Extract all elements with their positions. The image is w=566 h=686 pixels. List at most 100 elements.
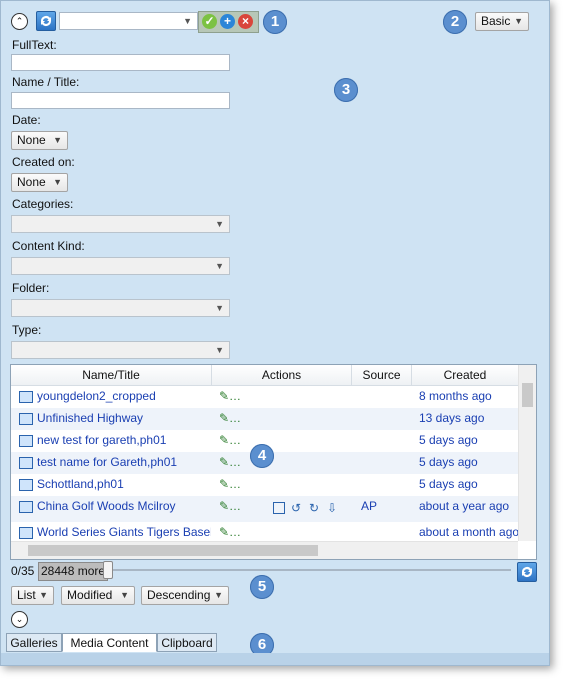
callout-badge-1: 1 <box>263 10 287 34</box>
check-icon[interactable]: ✓ <box>202 14 217 29</box>
date-label: Date: <box>12 113 41 127</box>
column-header-created[interactable]: Created <box>412 365 518 386</box>
row-name[interactable]: World Series Giants Tigers Baseball <box>37 525 211 539</box>
edit-actions-icon[interactable]: ✎… <box>219 477 241 491</box>
crop-icon[interactable] <box>273 502 285 514</box>
horizontal-scrollbar[interactable] <box>11 541 518 559</box>
results-grid: Name/Title Actions Source Created youngd… <box>10 364 537 560</box>
content-kind-label: Content Kind: <box>12 239 85 253</box>
media-search-panel: ⌃ ▼ ✓ + × 1 2 Basic ▼ 3 FullText: Name /… <box>0 0 550 666</box>
column-header-actions[interactable]: Actions <box>212 365 352 386</box>
saved-search-combo[interactable]: ▼ <box>59 12 198 30</box>
chevron-down-icon: ▼ <box>514 16 523 26</box>
sort-field-select[interactable]: Modified ▼ <box>61 586 135 605</box>
callout-badge-2: 2 <box>443 10 467 34</box>
edit-actions-icon[interactable]: ✎… <box>219 411 241 425</box>
name-title-input[interactable] <box>11 92 230 109</box>
column-header-name[interactable]: Name/Title <box>11 365 212 386</box>
load-more-button[interactable]: 28448 more <box>38 562 109 581</box>
edit-actions-icon[interactable]: ✎… <box>219 499 241 513</box>
row-name[interactable]: Schottland,ph01 <box>37 477 211 491</box>
plus-icon[interactable]: + <box>220 14 235 29</box>
chevron-up-icon[interactable]: ⌃ <box>11 13 28 30</box>
type-select[interactable]: ▼ <box>11 341 230 359</box>
table-row[interactable]: Unfinished Highway ✎… 13 days ago <box>11 408 518 430</box>
paging-slider-track[interactable] <box>105 569 511 571</box>
image-icon <box>19 435 33 447</box>
image-icon <box>19 501 33 513</box>
image-icon <box>19 457 33 469</box>
column-header-source[interactable]: Source <box>352 365 412 386</box>
row-created: about a year ago <box>419 499 510 513</box>
row-created: 8 months ago <box>419 389 492 403</box>
table-row[interactable]: Schottland,ph01 ✎… 5 days ago <box>11 474 518 496</box>
row-created: 5 days ago <box>419 433 478 447</box>
edit-actions-icon[interactable]: ✎… <box>219 525 241 539</box>
chevron-down-icon: ▼ <box>215 261 224 271</box>
row-name[interactable]: Unfinished Highway <box>37 411 211 425</box>
type-label: Type: <box>12 323 42 337</box>
refresh-results-icon[interactable] <box>517 562 537 582</box>
chevron-down-icon: ▼ <box>215 345 224 355</box>
callout-badge-5: 5 <box>250 575 274 599</box>
content-kind-select[interactable]: ▼ <box>11 257 230 275</box>
table-row[interactable]: China Golf Woods Mcilroy ✎… ↺ ↻ ⇩ AP abo… <box>11 496 518 522</box>
row-created: 5 days ago <box>419 455 478 469</box>
vertical-scrollbar[interactable] <box>518 365 536 541</box>
callout-badge-3: 3 <box>334 78 358 102</box>
paging-slider-thumb[interactable] <box>103 561 113 579</box>
chevron-down-icon: ▼ <box>39 590 48 600</box>
tab-clipboard[interactable]: Clipboard <box>157 633 217 652</box>
row-source: AP <box>361 499 378 513</box>
folder-select[interactable]: ▼ <box>11 299 230 317</box>
created-on-select[interactable]: None ▼ <box>11 173 68 192</box>
table-row[interactable]: youngdelon2_cropped ✎… 8 months ago <box>11 386 518 408</box>
chevron-down-icon: ▼ <box>53 177 62 187</box>
tab-media-content[interactable]: Media Content <box>62 633 157 652</box>
bottom-bar <box>1 653 549 665</box>
tab-galleries[interactable]: Galleries <box>6 633 62 652</box>
chevron-down-icon: ▼ <box>120 590 129 600</box>
created-on-label: Created on: <box>12 155 75 169</box>
image-icon <box>19 527 33 539</box>
callout-badge-4: 4 <box>250 444 274 468</box>
chevron-down-icon: ▼ <box>53 135 62 145</box>
edit-actions-icon[interactable]: ✎… <box>219 433 241 447</box>
image-icon <box>19 479 33 491</box>
row-created: 13 days ago <box>419 411 485 425</box>
date-select[interactable]: None ▼ <box>11 131 68 150</box>
row-name[interactable]: China Golf Woods Mcilroy <box>37 499 211 513</box>
chevron-down-icon: ▼ <box>215 303 224 313</box>
edit-actions-icon[interactable]: ✎… <box>219 455 241 469</box>
sort-order-select[interactable]: Descending ▼ <box>141 586 229 605</box>
row-name[interactable]: new test for gareth,ph01 <box>37 433 211 447</box>
download-icon[interactable]: ⇩ <box>327 501 337 515</box>
x-icon[interactable]: × <box>238 14 253 29</box>
chevron-down-icon[interactable]: ⌄ <box>11 611 28 628</box>
fulltext-input[interactable] <box>11 54 230 71</box>
search-action-strip: ✓ + × <box>198 11 259 33</box>
rotate-left-icon[interactable]: ↺ <box>291 501 301 515</box>
result-count: 0/35 <box>11 564 35 578</box>
categories-select[interactable]: ▼ <box>11 215 230 233</box>
name-title-label: Name / Title: <box>12 75 80 89</box>
rotate-right-icon[interactable]: ↻ <box>309 501 319 515</box>
view-select[interactable]: List ▼ <box>11 586 54 605</box>
row-name[interactable]: youngdelon2_cropped <box>37 389 211 403</box>
image-icon <box>19 391 33 403</box>
refresh-icon[interactable] <box>36 11 56 31</box>
edit-actions-icon[interactable]: ✎… <box>219 389 241 403</box>
row-name[interactable]: test name for Gareth,ph01 <box>37 455 211 469</box>
chevron-down-icon: ▼ <box>183 16 192 26</box>
mode-select[interactable]: Basic ▼ <box>475 12 529 31</box>
chevron-down-icon: ▼ <box>214 590 223 600</box>
row-created: about a month ago <box>419 525 519 539</box>
folder-label: Folder: <box>12 281 50 295</box>
scroll-thumb[interactable] <box>28 545 318 556</box>
chevron-down-icon: ▼ <box>215 219 224 229</box>
scroll-thumb[interactable] <box>522 383 533 407</box>
fulltext-label: FullText: <box>12 38 57 52</box>
categories-label: Categories: <box>12 197 74 211</box>
image-icon <box>19 413 33 425</box>
row-created: 5 days ago <box>419 477 478 491</box>
